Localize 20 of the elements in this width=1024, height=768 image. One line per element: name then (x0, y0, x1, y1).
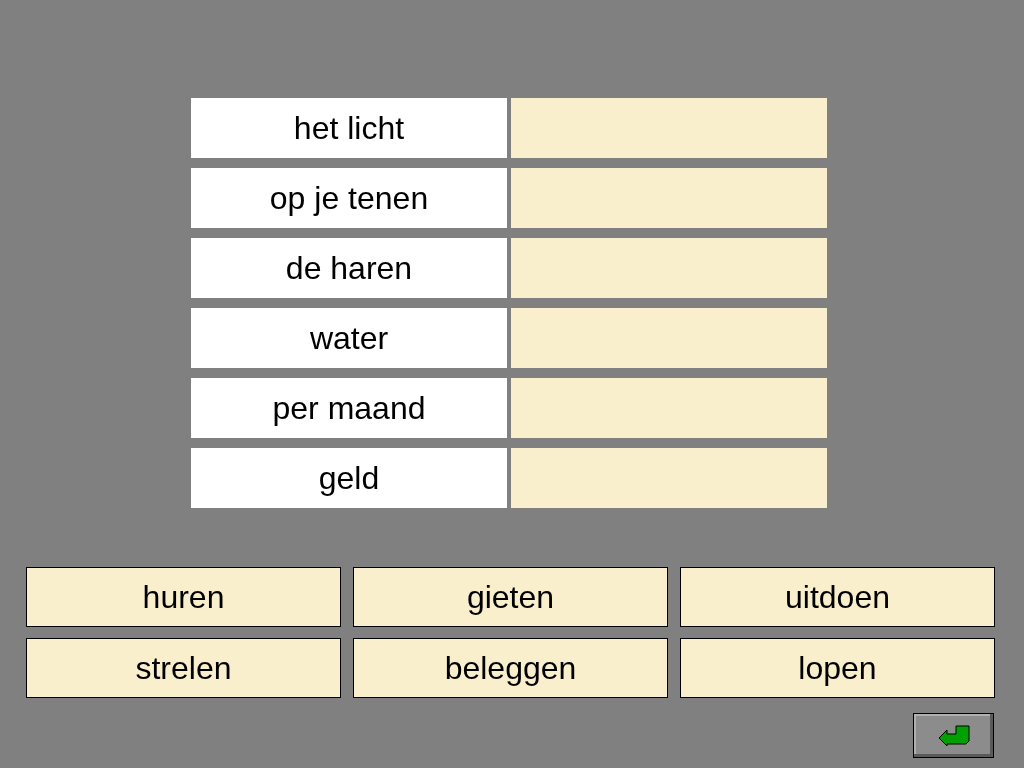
prompt-card: het licht (191, 98, 507, 158)
prompt-card: geld (191, 448, 507, 508)
word-tile[interactable]: lopen (680, 638, 995, 698)
answer-slot[interactable] (511, 378, 827, 438)
word-tile[interactable]: gieten (353, 567, 668, 627)
prompt-card: per maand (191, 378, 507, 438)
answer-slot[interactable] (511, 98, 827, 158)
enter-button[interactable] (913, 713, 994, 758)
word-tile[interactable]: uitdoen (680, 567, 995, 627)
prompt-card: water (191, 308, 507, 368)
answer-slot[interactable] (511, 238, 827, 298)
answer-slot[interactable] (511, 168, 827, 228)
word-tile[interactable]: beleggen (353, 638, 668, 698)
answer-slot[interactable] (511, 448, 827, 508)
answer-slot[interactable] (511, 308, 827, 368)
prompt-card: de haren (191, 238, 507, 298)
word-tile[interactable]: strelen (26, 638, 341, 698)
prompt-card: op je tenen (191, 168, 507, 228)
word-tile[interactable]: huren (26, 567, 341, 627)
return-arrow-icon (937, 724, 970, 747)
